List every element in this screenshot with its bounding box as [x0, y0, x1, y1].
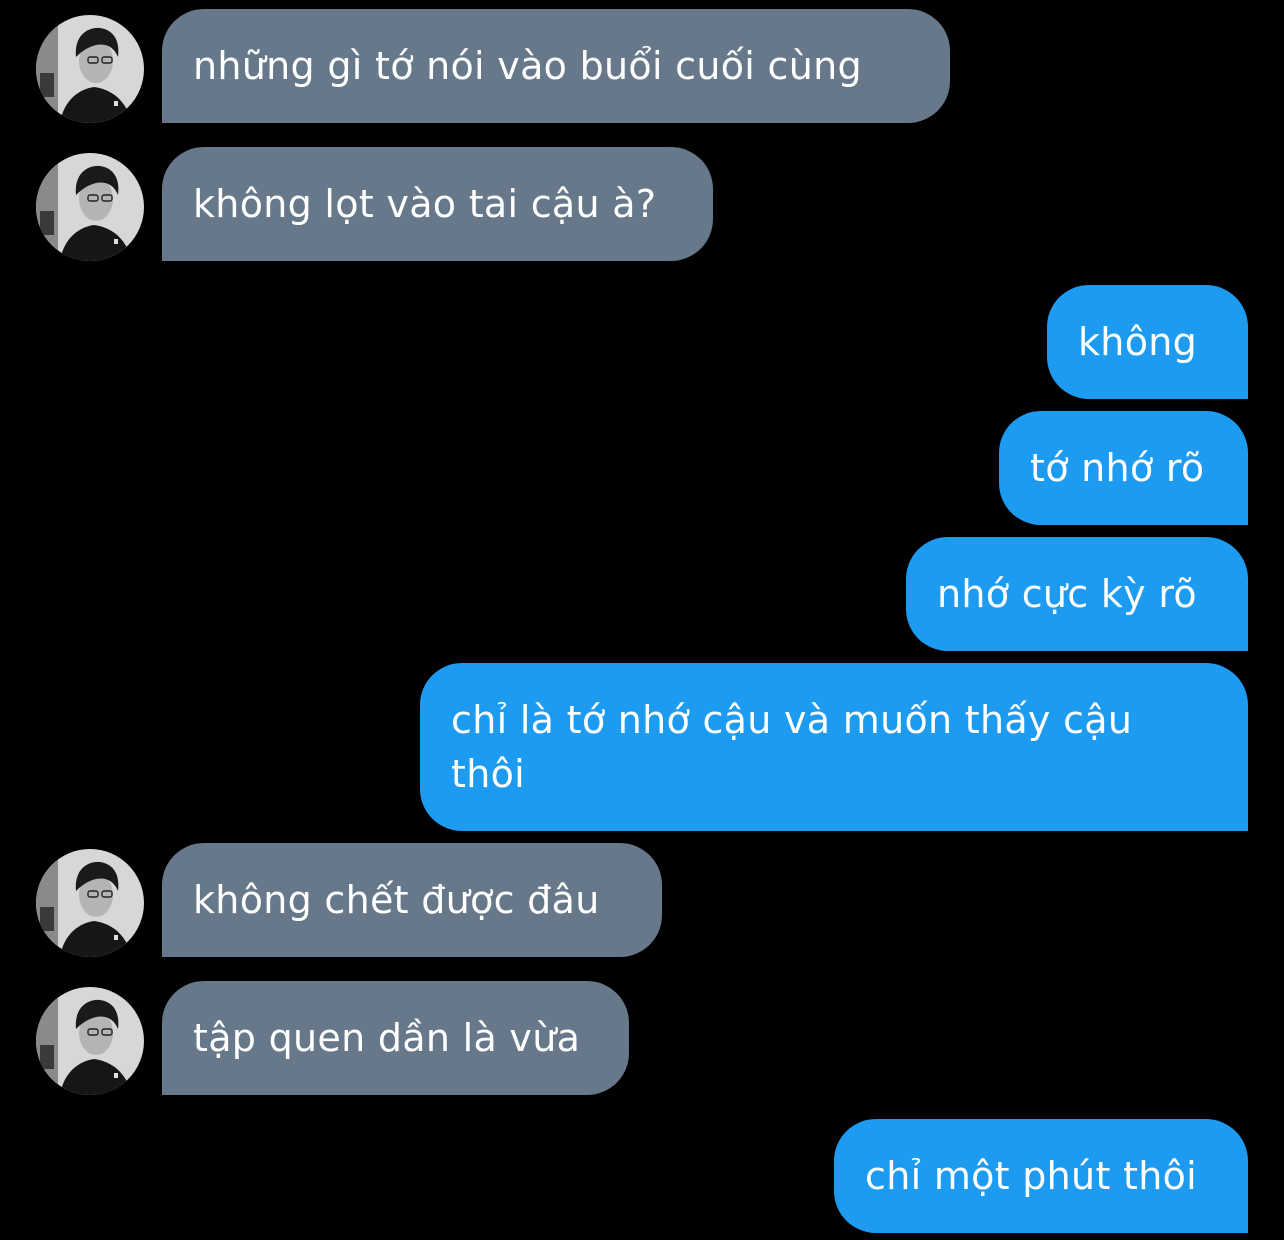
- contact-avatar[interactable]: [36, 849, 144, 957]
- avatar-photo-icon: [36, 849, 144, 957]
- contact-avatar[interactable]: [36, 987, 144, 1095]
- message-bubble-received[interactable]: không lọt vào tai cậu à?: [162, 147, 713, 261]
- contact-avatar[interactable]: [36, 15, 144, 123]
- avatar-photo-icon: [36, 15, 144, 123]
- avatar-photo-icon: [36, 153, 144, 261]
- message-bubble-sent[interactable]: không: [1047, 285, 1248, 399]
- message-bubble-received[interactable]: những gì tớ nói vào buổi cuối cùng: [162, 9, 950, 123]
- message-bubble-sent[interactable]: tớ nhớ rõ: [999, 411, 1248, 525]
- avatar-photo-icon: [36, 987, 144, 1095]
- message-bubble-sent[interactable]: chỉ một phút thôi: [834, 1119, 1248, 1233]
- contact-avatar[interactable]: [36, 153, 144, 261]
- message-bubble-received[interactable]: tập quen dần là vừa: [162, 981, 629, 1095]
- message-bubble-sent[interactable]: chỉ là tớ nhớ cậu và muốn thấy cậu thôi: [420, 663, 1248, 831]
- message-bubble-sent[interactable]: nhớ cực kỳ rõ: [906, 537, 1248, 651]
- message-bubble-received[interactable]: không chết được đâu: [162, 843, 662, 957]
